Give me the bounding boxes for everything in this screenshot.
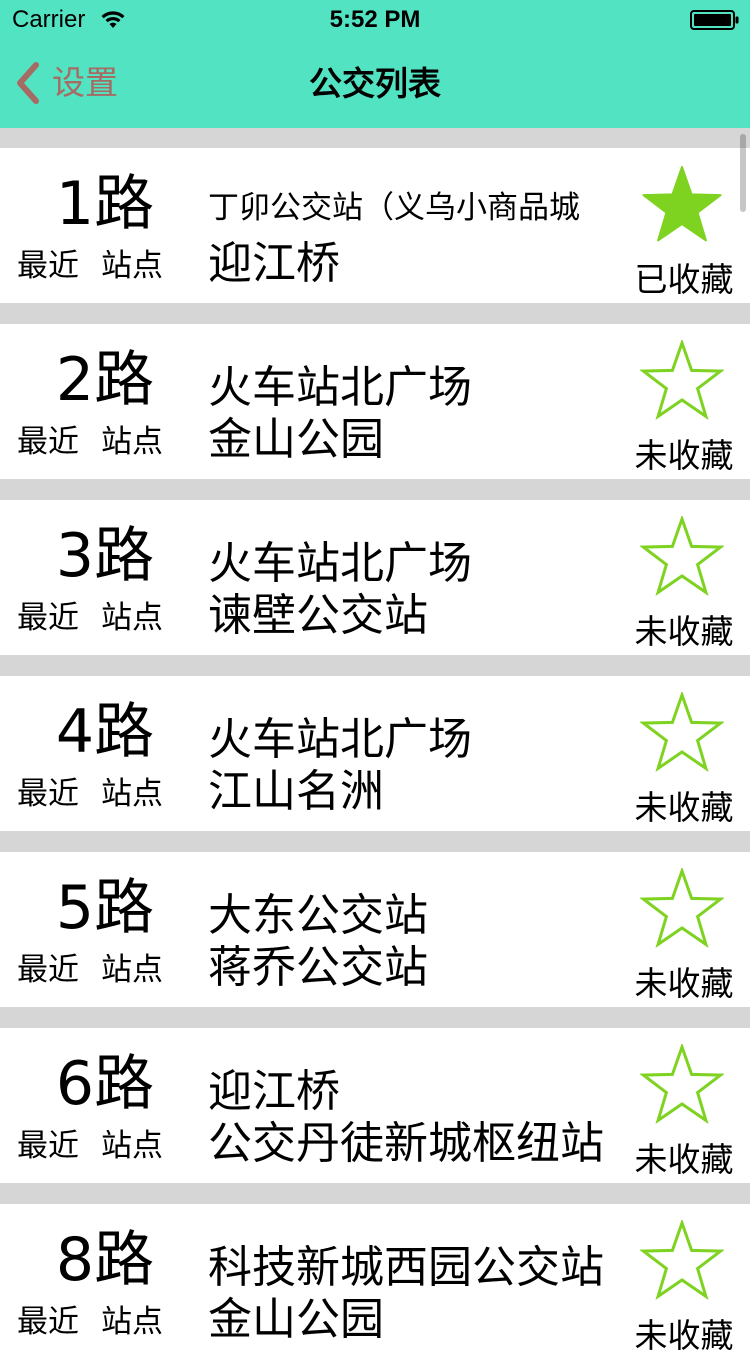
route-name: 8路 xyxy=(55,1225,155,1295)
end-stop: 迎江桥 xyxy=(208,238,340,289)
scrollbar[interactable] xyxy=(740,134,746,212)
star-outline-icon[interactable] xyxy=(640,340,724,420)
favorite-status: 未收藏 xyxy=(634,788,734,827)
route-sub-labels: 最近 站点 xyxy=(17,1304,163,1340)
start-stop: 丁卯公交站（义乌小商品城 xyxy=(208,190,580,226)
start-stop: 火车站北广场 xyxy=(208,714,472,765)
route-sub-labels: 最近 站点 xyxy=(17,776,163,812)
recent-label: 最近 xyxy=(17,424,79,460)
stop-label: 站点 xyxy=(101,424,163,460)
recent-label: 最近 xyxy=(17,248,79,284)
end-stop: 金山公园 xyxy=(208,1294,384,1345)
recent-label: 最近 xyxy=(17,952,79,988)
start-stop: 科技新城西园公交站 xyxy=(208,1242,604,1293)
route-row[interactable]: 4路 最近 站点 火车站北广场 江山名洲 未收藏 xyxy=(0,676,750,831)
route-name: 3路 xyxy=(55,521,155,591)
recent-label: 最近 xyxy=(17,1128,79,1164)
star-outline-icon[interactable] xyxy=(640,692,724,772)
stop-label: 站点 xyxy=(101,1128,163,1164)
stop-label: 站点 xyxy=(101,952,163,988)
favorite-status: 未收藏 xyxy=(634,436,734,475)
route-row[interactable]: 8路 最近 站点 科技新城西园公交站 金山公园 未收藏 xyxy=(0,1204,750,1359)
route-name: 4路 xyxy=(55,697,155,767)
favorite-status: 未收藏 xyxy=(634,1316,734,1355)
favorite-status: 已收藏 xyxy=(634,260,734,299)
star-outline-icon[interactable] xyxy=(640,1044,724,1124)
route-row[interactable]: 1路 最近 站点 丁卯公交站（义乌小商品城 迎江桥 已收藏 xyxy=(0,148,750,303)
end-stop: 蒋乔公交站 xyxy=(208,942,428,993)
stop-label: 站点 xyxy=(101,776,163,812)
battery-icon xyxy=(690,10,739,30)
route-sub-labels: 最近 站点 xyxy=(17,248,163,284)
star-outline-icon[interactable] xyxy=(640,516,724,596)
start-stop: 火车站北广场 xyxy=(208,538,472,589)
route-sub-labels: 最近 站点 xyxy=(17,600,163,636)
end-stop: 金山公园 xyxy=(208,414,384,465)
route-name: 5路 xyxy=(55,873,155,943)
end-stop: 江山名洲 xyxy=(208,766,384,817)
star-outline-icon[interactable] xyxy=(640,868,724,948)
stop-label: 站点 xyxy=(101,600,163,636)
start-stop: 大东公交站 xyxy=(208,890,428,941)
start-stop: 迎江桥 xyxy=(208,1066,340,1117)
route-row[interactable]: 5路 最近 站点 大东公交站 蒋乔公交站 未收藏 xyxy=(0,852,750,1007)
route-name: 1路 xyxy=(55,169,155,239)
star-outline-icon[interactable] xyxy=(640,1220,724,1300)
stop-label: 站点 xyxy=(101,248,163,284)
status-bar: Carrier 5:52 PM xyxy=(0,0,750,40)
route-name: 6路 xyxy=(55,1049,155,1119)
route-row[interactable]: 3路 最近 站点 火车站北广场 谏壁公交站 未收藏 xyxy=(0,500,750,655)
end-stop: 谏壁公交站 xyxy=(208,590,428,641)
route-sub-labels: 最近 站点 xyxy=(17,424,163,460)
route-row[interactable]: 2路 最近 站点 火车站北广场 金山公园 未收藏 xyxy=(0,324,750,479)
recent-label: 最近 xyxy=(17,1304,79,1340)
recent-label: 最近 xyxy=(17,776,79,812)
favorite-status: 未收藏 xyxy=(634,964,734,1003)
stop-label: 站点 xyxy=(101,1304,163,1340)
status-time: 5:52 PM xyxy=(329,6,421,33)
route-row[interactable]: 6路 最近 站点 迎江桥 公交丹徒新城枢纽站 未收藏 xyxy=(0,1028,750,1183)
route-name: 2路 xyxy=(55,345,155,415)
route-sub-labels: 最近 站点 xyxy=(17,1128,163,1164)
start-stop: 火车站北广场 xyxy=(208,362,472,413)
page-title: 公交列表 xyxy=(309,64,441,103)
navigation-bar: 设置 公交列表 xyxy=(0,40,750,128)
end-stop: 公交丹徒新城枢纽站 xyxy=(208,1118,604,1169)
favorite-status: 未收藏 xyxy=(634,612,734,651)
favorite-status: 未收藏 xyxy=(634,1140,734,1179)
route-sub-labels: 最近 站点 xyxy=(17,952,163,988)
star-filled-icon[interactable] xyxy=(640,164,724,244)
recent-label: 最近 xyxy=(17,600,79,636)
